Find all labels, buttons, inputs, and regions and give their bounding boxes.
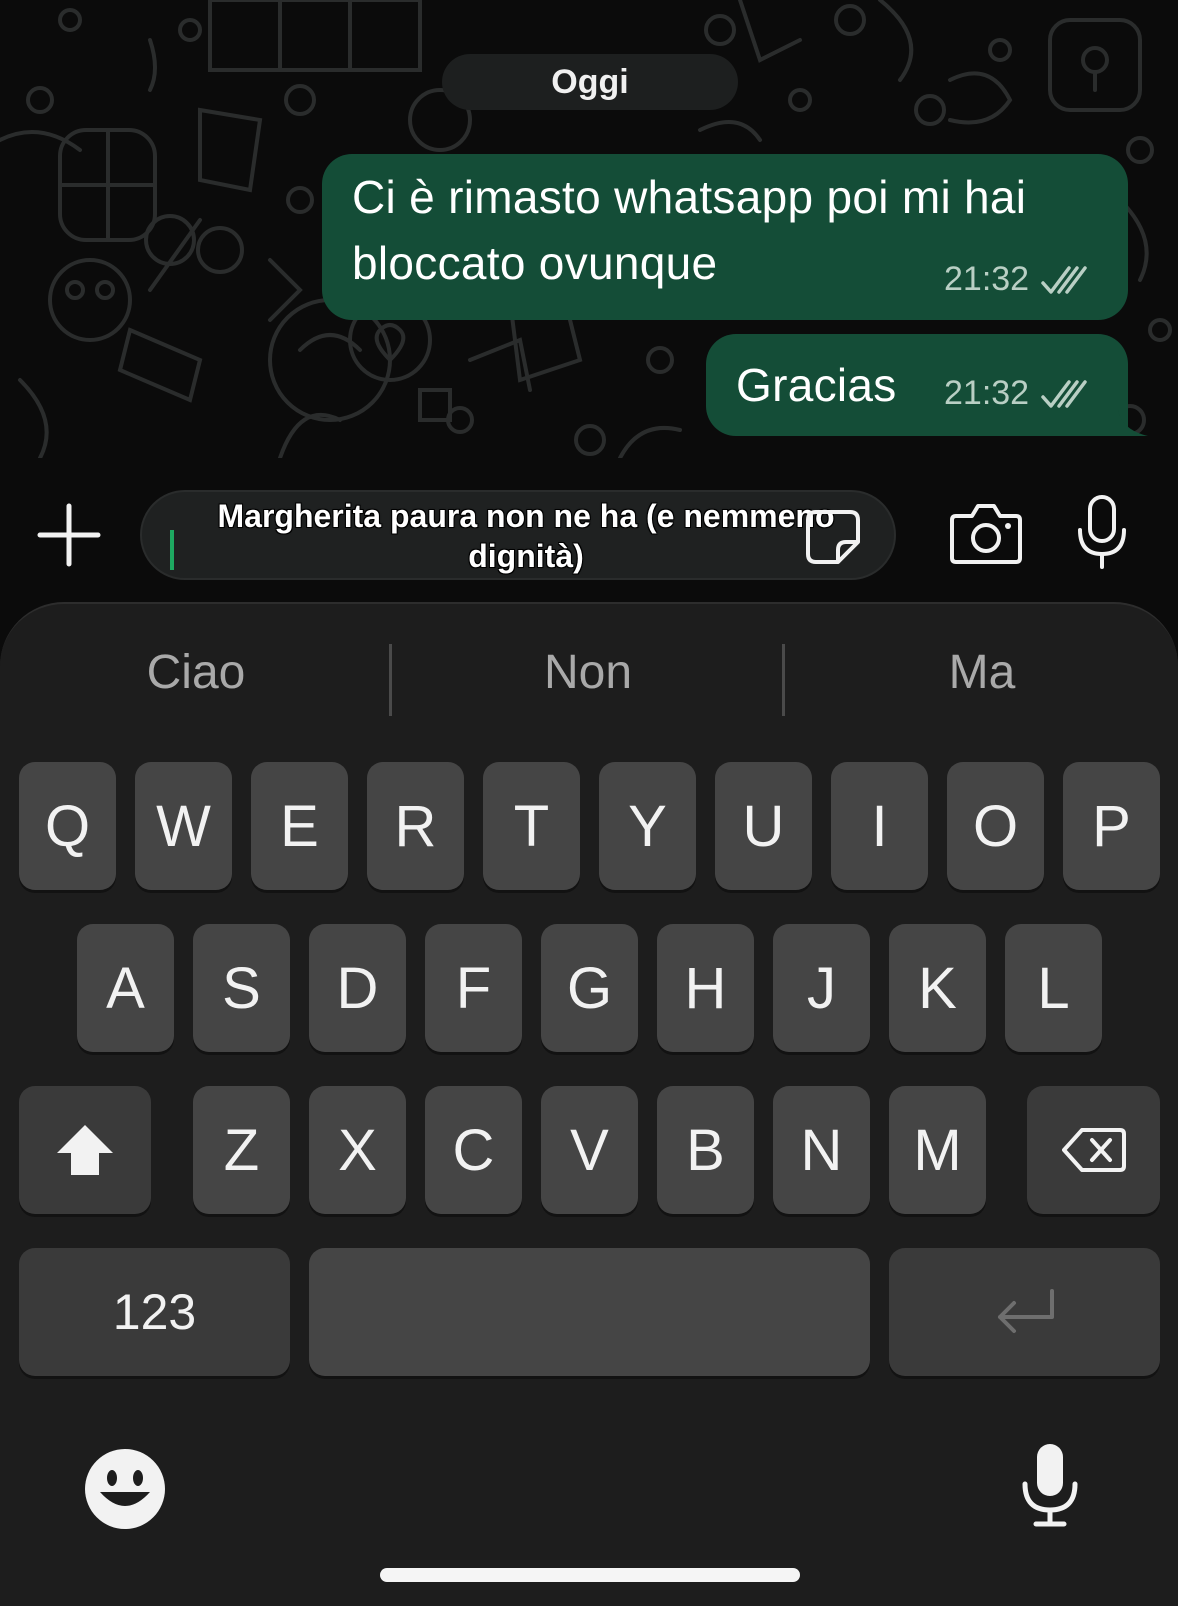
message-input[interactable]: Margherita paura non ne ha (e nemmeno di… — [140, 490, 896, 580]
key-n[interactable]: N — [773, 1086, 870, 1214]
key-d[interactable]: D — [309, 924, 406, 1052]
key-p[interactable]: P — [1063, 762, 1160, 890]
key-l[interactable]: L — [1005, 924, 1102, 1052]
numbers-key[interactable]: 123 — [19, 1248, 290, 1376]
space-key[interactable] — [309, 1248, 870, 1376]
keyboard: Ciao Non Ma Q W E R T Y U I O P A S D F … — [0, 602, 1178, 1606]
suggestion-ma[interactable]: Ma — [786, 634, 1178, 710]
key-k[interactable]: K — [889, 924, 986, 1052]
key-u[interactable]: U — [715, 762, 812, 890]
key-x[interactable]: X — [309, 1086, 406, 1214]
backspace-key[interactable] — [1027, 1086, 1160, 1214]
plus-icon[interactable] — [36, 502, 102, 568]
home-indicator[interactable] — [380, 1568, 800, 1582]
shift-key[interactable] — [19, 1086, 151, 1214]
sticker-icon[interactable] — [804, 508, 862, 566]
camera-icon[interactable] — [950, 502, 1022, 564]
key-c[interactable]: C — [425, 1086, 522, 1214]
message-meta: 21:32 — [944, 374, 1089, 413]
whatsapp-chat-screen: Oggi Ci è rimasto whatsapp poi mi hai bl… — [0, 0, 1178, 1606]
emoji-icon[interactable] — [84, 1448, 166, 1530]
key-z[interactable]: Z — [193, 1086, 290, 1214]
key-w[interactable]: W — [135, 762, 232, 890]
key-t[interactable]: T — [483, 762, 580, 890]
backspace-icon — [1061, 1128, 1126, 1172]
message-text-line: bloccato ovunque — [352, 237, 718, 289]
key-m[interactable]: M — [889, 1086, 986, 1214]
key-j[interactable]: J — [773, 924, 870, 1052]
return-icon — [997, 1289, 1054, 1333]
key-e[interactable]: E — [251, 762, 348, 890]
message-time: 21:32 — [944, 374, 1030, 412]
key-h[interactable]: H — [657, 924, 754, 1052]
outgoing-message[interactable]: Gracias 21:32 — [706, 334, 1128, 436]
key-r[interactable]: R — [367, 762, 464, 890]
key-o[interactable]: O — [947, 762, 1044, 890]
double-check-icon — [1041, 379, 1087, 408]
dictation-icon[interactable] — [1020, 1442, 1080, 1528]
suggestion-ciao[interactable]: Ciao — [0, 634, 392, 710]
message-meta: 21:32 — [944, 260, 1089, 299]
message-input-value: Margherita paura non ne ha (e nemmeno di… — [217, 498, 835, 574]
key-g[interactable]: G — [541, 924, 638, 1052]
key-y[interactable]: Y — [599, 762, 696, 890]
suggestion-divider — [782, 644, 785, 716]
suggestion-non[interactable]: Non — [392, 634, 784, 710]
date-separator: Oggi — [442, 54, 738, 110]
bubble-tail — [1118, 410, 1148, 436]
double-check-icon — [1041, 265, 1087, 294]
key-a[interactable]: A — [77, 924, 174, 1052]
key-i[interactable]: I — [831, 762, 928, 890]
return-key[interactable] — [889, 1248, 1160, 1376]
shift-icon — [57, 1125, 113, 1175]
key-b[interactable]: B — [657, 1086, 754, 1214]
outgoing-message[interactable]: Ci è rimasto whatsapp poi mi hai bloccat… — [322, 154, 1128, 320]
microphone-icon[interactable] — [1076, 494, 1128, 570]
message-text: Gracias — [736, 359, 897, 411]
key-f[interactable]: F — [425, 924, 522, 1052]
chat-area[interactable]: Oggi Ci è rimasto whatsapp poi mi hai bl… — [0, 0, 1178, 458]
key-v[interactable]: V — [541, 1086, 638, 1214]
message-text-line: Ci è rimasto whatsapp poi mi hai — [352, 171, 1027, 223]
key-s[interactable]: S — [193, 924, 290, 1052]
message-time: 21:32 — [944, 260, 1030, 298]
key-q[interactable]: Q — [19, 762, 116, 890]
